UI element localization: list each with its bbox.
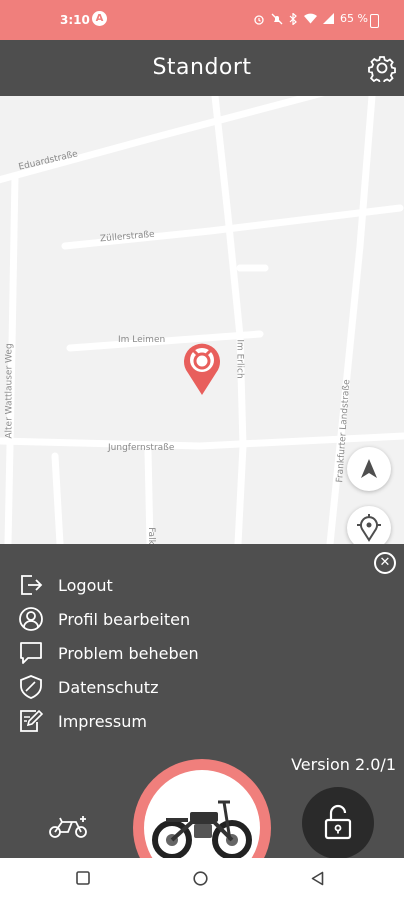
menu-item-label: Datenschutz	[58, 677, 159, 697]
shield-icon	[20, 675, 42, 699]
street-label: Falk	[145, 527, 156, 544]
chat-icon	[20, 642, 42, 664]
status-time: 3:10	[60, 13, 90, 27]
recent-apps-icon[interactable]	[76, 871, 90, 885]
settings-gear-icon[interactable]	[368, 54, 396, 82]
battery-percent: 65 %	[340, 12, 368, 25]
menu-list: Logout Profil bearbeiten Problem beheben…	[18, 568, 199, 738]
edit-icon	[20, 709, 44, 732]
signal-icon	[323, 13, 335, 24]
battery-icon	[370, 14, 379, 28]
system-nav-bar	[0, 858, 404, 900]
menu-item-label: Logout	[58, 575, 113, 595]
status-bar: 3:10 A 65 %	[0, 0, 404, 40]
status-icons: 65 %	[253, 12, 368, 25]
logout-icon	[21, 575, 43, 595]
user-icon	[19, 607, 43, 631]
menu-item-label: Impressum	[58, 711, 147, 731]
street-label: Im Leimen	[118, 335, 166, 345]
unlock-padlock-icon	[324, 804, 352, 840]
wifi-icon	[304, 13, 318, 24]
bike-location-pin-icon[interactable]	[180, 340, 224, 396]
menu-item-privacy[interactable]: Datenschutz	[18, 670, 199, 704]
bike-list-icon[interactable]	[48, 812, 90, 840]
e-bike-image	[152, 800, 252, 860]
home-icon[interactable]	[193, 871, 208, 886]
street-label: Im Erlich	[234, 339, 245, 379]
navigation-arrow-icon	[361, 459, 377, 478]
menu-item-imprint[interactable]: Impressum	[18, 704, 199, 738]
menu-item-label: Profil bearbeiten	[58, 609, 191, 629]
street-label: Jungfernstraße	[108, 443, 175, 453]
app-version: Version 2.0/1	[291, 755, 396, 774]
my-location-button[interactable]	[347, 506, 391, 544]
bluetooth-icon	[289, 12, 297, 25]
mute-icon	[271, 13, 283, 24]
close-icon: ✕	[379, 555, 391, 570]
back-icon[interactable]	[311, 871, 324, 886]
a-icon: A	[92, 11, 107, 26]
close-menu-button[interactable]: ✕	[374, 552, 396, 574]
unlock-button[interactable]	[302, 787, 374, 859]
street-label: Alter Wattlauser Weg	[4, 343, 15, 439]
app-header: Standort	[0, 40, 404, 96]
alarm-icon	[254, 14, 264, 25]
location-target-icon	[357, 514, 381, 542]
menu-item-profile[interactable]: Profil bearbeiten	[18, 602, 199, 636]
menu-item-label: Problem beheben	[58, 643, 199, 663]
map-view[interactable]: Eduardstraße Züllerstraße Im Leimen Im E…	[0, 96, 404, 544]
page-title: Standort	[152, 55, 252, 80]
navigate-button[interactable]	[347, 447, 391, 491]
menu-item-problem[interactable]: Problem beheben	[18, 636, 199, 670]
menu-item-logout[interactable]: Logout	[18, 568, 199, 602]
